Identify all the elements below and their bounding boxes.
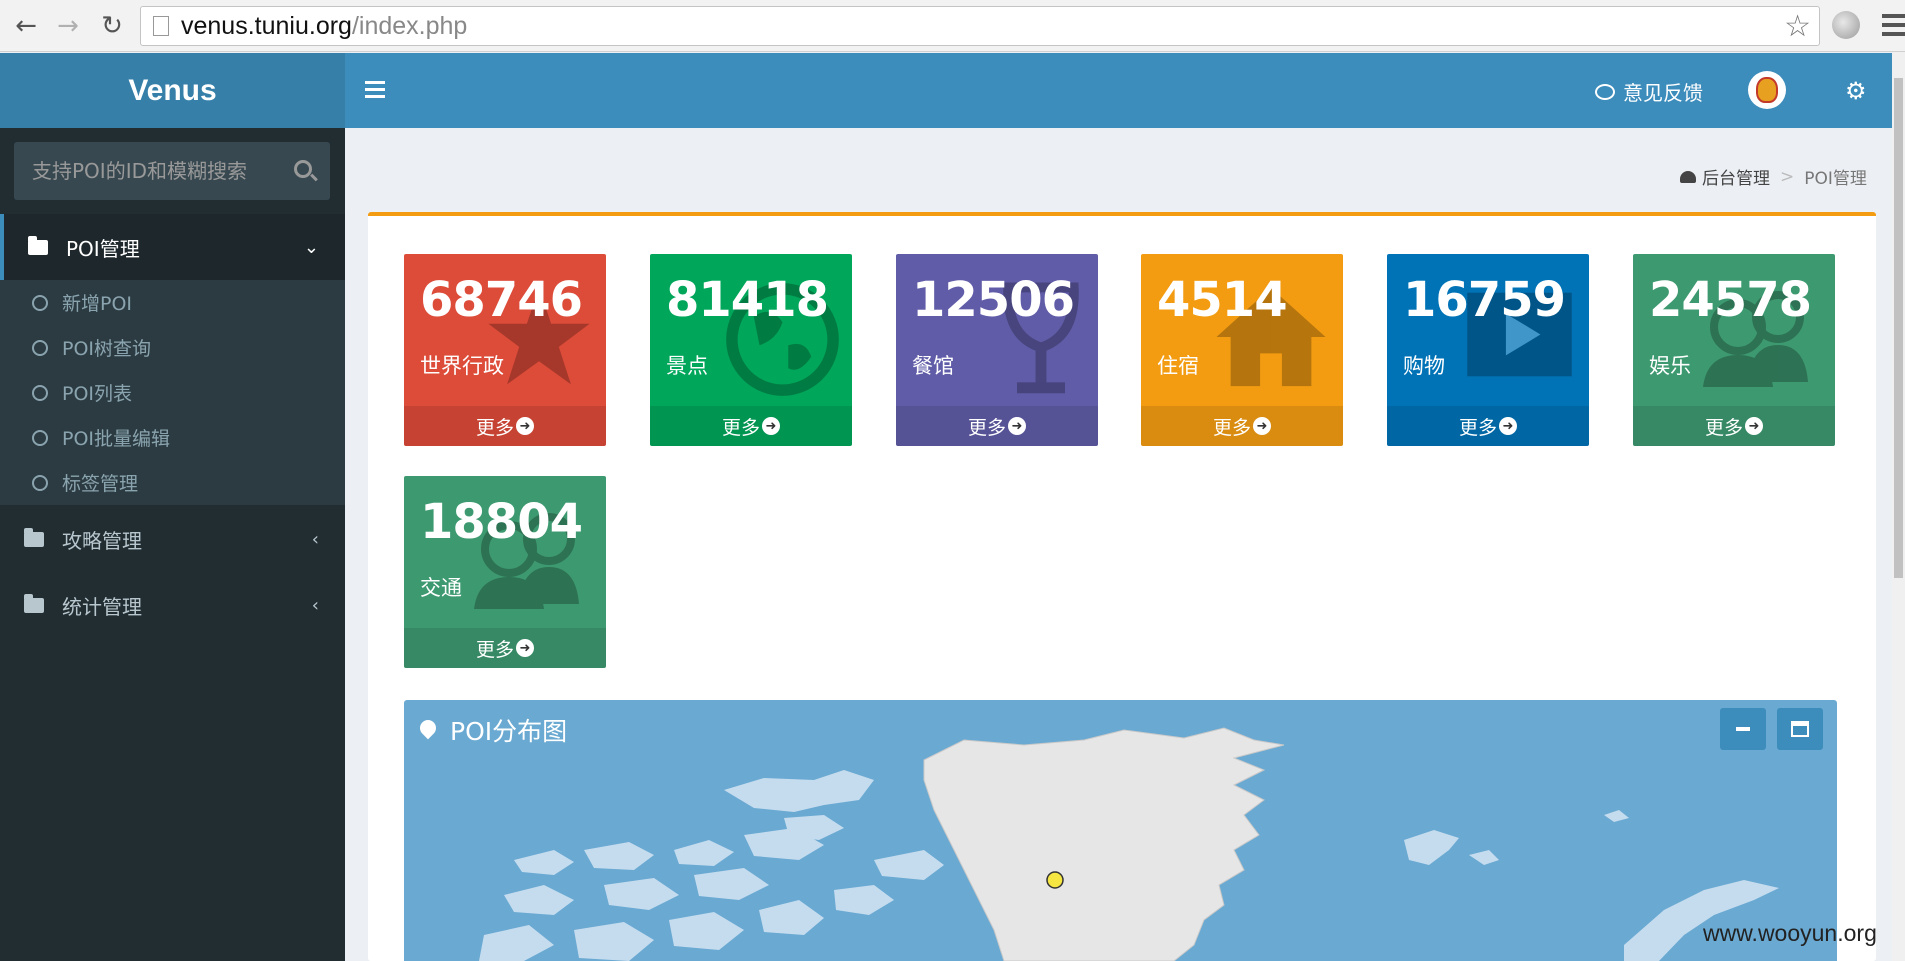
breadcrumb-home[interactable]: 后台管理 (1702, 164, 1770, 189)
world-map[interactable] (404, 700, 1837, 961)
feedback-label: 意见反馈 (1623, 81, 1703, 105)
sidebar-item-stats[interactable]: 统计管理 ‹ (0, 572, 345, 638)
search-icon[interactable] (294, 160, 312, 178)
submenu-item-poi-batch-edit[interactable]: POI批量编辑 (0, 415, 345, 460)
dashboard-icon (1680, 170, 1696, 183)
submenu-item-label: POI列表 (62, 383, 133, 405)
sidebar-item-label: 统计管理 (62, 594, 142, 619)
back-arrow-icon[interactable]: ← (10, 10, 42, 42)
submenu-item-label: 新增POI (62, 293, 133, 315)
submenu-item-label: 标签管理 (62, 473, 139, 495)
arrow-circle-right-icon: ➜ (516, 639, 534, 657)
poi-map-panel: POI分布图 (404, 700, 1837, 961)
address-bar[interactable]: venus.tuniu.org/index.php ☆ (140, 6, 1820, 46)
folder-icon (24, 527, 44, 547)
tile-label: 娱乐 (1649, 354, 1691, 378)
folder-icon (24, 593, 44, 613)
browser-toolbar: ← → ↻ venus.tuniu.org/index.php ☆ (0, 0, 1905, 52)
sidebar-item-guides[interactable]: 攻略管理 ‹ (0, 506, 345, 572)
tile-label: 住宿 (1157, 354, 1199, 378)
avatar-image (1756, 77, 1778, 103)
tile-more-link[interactable]: 更多 ➜ (650, 406, 852, 446)
sidebar-item-poi[interactable]: POI管理 ⌄ (0, 214, 345, 280)
arrow-circle-right-icon: ➜ (1253, 417, 1271, 435)
url-path: /index.php (351, 11, 468, 40)
submenu-item-poi-tree[interactable]: POI树查询 (0, 325, 345, 370)
submenu-item-add-poi[interactable]: 新增POI (0, 280, 345, 325)
folder-icon (28, 235, 48, 255)
submenu-item-label: POI树查询 (62, 338, 152, 360)
search-input[interactable] (32, 159, 292, 183)
tile-value: 81418 (666, 272, 829, 328)
stat-tile-hotels: 4514 住宿 更多 ➜ (1141, 254, 1343, 446)
sidebar-toggle-icon[interactable] (365, 81, 385, 102)
circle-icon (32, 339, 48, 356)
comment-icon (1595, 83, 1615, 100)
stat-tile-shopping: 16759 购物 更多 ➜ (1387, 254, 1589, 446)
user-avatar[interactable] (1748, 71, 1786, 109)
submenu-item-label: POI批量编辑 (62, 428, 171, 450)
tile-label: 交通 (420, 576, 462, 600)
chevron-left-icon: ‹ (311, 594, 319, 616)
tile-label: 景点 (666, 354, 708, 378)
breadcrumb-separator: > (1780, 166, 1795, 187)
browser-menu-icon[interactable] (1882, 14, 1905, 41)
scrollbar[interactable] (1892, 52, 1905, 961)
tile-label: 世界行政 (420, 354, 504, 378)
gears-icon[interactable]: ⚙ (1845, 77, 1867, 105)
breadcrumb: 后台管理 > POI管理 (1680, 164, 1867, 189)
tile-label: 餐馆 (912, 354, 954, 378)
sidebar-item-label: 攻略管理 (62, 528, 142, 553)
watermark: www.wooyun.org (1703, 920, 1877, 946)
submenu-item-poi-list[interactable]: POI列表 (0, 370, 345, 415)
url-host: venus.tuniu.org (181, 11, 352, 40)
sidebar: POI管理 ⌄ 新增POI POI树查询 POI列表 POI批量编辑 标签管理 … (0, 128, 345, 961)
sidebar-search (14, 142, 330, 200)
top-navbar: 意见反馈 ⚙ (345, 53, 1892, 128)
app-logo[interactable]: Venus (0, 53, 345, 128)
tile-value: 4514 (1157, 272, 1288, 328)
tile-value: 16759 (1403, 272, 1566, 328)
tile-value: 24578 (1649, 272, 1812, 328)
greenland-landmass (923, 727, 1285, 961)
tile-more-link[interactable]: 更多 ➜ (896, 406, 1098, 446)
circle-icon (32, 294, 48, 311)
submenu-item-tags[interactable]: 标签管理 (0, 460, 345, 505)
tile-value: 68746 (420, 272, 583, 328)
feedback-link[interactable]: 意见反馈 (1595, 77, 1703, 106)
bookmark-star-icon[interactable]: ☆ (1784, 9, 1811, 44)
stat-tile-transport: 18804 交通 更多 ➜ (404, 476, 606, 668)
arrow-circle-right-icon: ➜ (1745, 417, 1763, 435)
stat-tile-attractions: 81418 景点 更多 ➜ (650, 254, 852, 446)
arrow-circle-right-icon: ➜ (1008, 417, 1026, 435)
chevron-down-icon: ⌄ (303, 236, 319, 258)
sidebar-item-label: POI管理 (66, 236, 140, 261)
globe-icon[interactable] (1832, 11, 1860, 39)
reload-icon[interactable]: ↻ (96, 10, 128, 42)
tile-more-link[interactable]: 更多 ➜ (1141, 406, 1343, 446)
tile-more-link[interactable]: 更多 ➜ (404, 406, 606, 446)
stat-tile-entertainment: 24578 娱乐 更多 ➜ (1633, 254, 1835, 446)
arrow-circle-right-icon: ➜ (762, 417, 780, 435)
arrow-circle-right-icon: ➜ (1499, 417, 1517, 435)
tile-value: 18804 (420, 494, 583, 550)
tile-more-link[interactable]: 更多 ➜ (404, 628, 606, 668)
scrollbar-thumb[interactable] (1894, 78, 1903, 578)
page-icon (153, 16, 169, 36)
tile-more-link[interactable]: 更多 ➜ (1633, 406, 1835, 446)
circle-icon (32, 429, 48, 446)
stat-tile-admin: 68746 世界行政 更多 ➜ (404, 254, 606, 446)
tile-label: 购物 (1403, 354, 1445, 378)
circle-icon (32, 384, 48, 401)
tile-value: 12506 (912, 272, 1075, 328)
poi-submenu: 新增POI POI树查询 POI列表 POI批量编辑 标签管理 (0, 280, 345, 505)
stat-tile-restaurants: 12506 餐馆 更多 ➜ (896, 254, 1098, 446)
poi-marker[interactable] (1046, 871, 1064, 889)
tile-more-link[interactable]: 更多 ➜ (1387, 406, 1589, 446)
arrow-circle-right-icon: ➜ (516, 417, 534, 435)
chevron-left-icon: ‹ (311, 528, 319, 550)
circle-icon (32, 474, 48, 491)
breadcrumb-current: POI管理 (1804, 169, 1867, 189)
forward-arrow-icon[interactable]: → (52, 10, 84, 42)
